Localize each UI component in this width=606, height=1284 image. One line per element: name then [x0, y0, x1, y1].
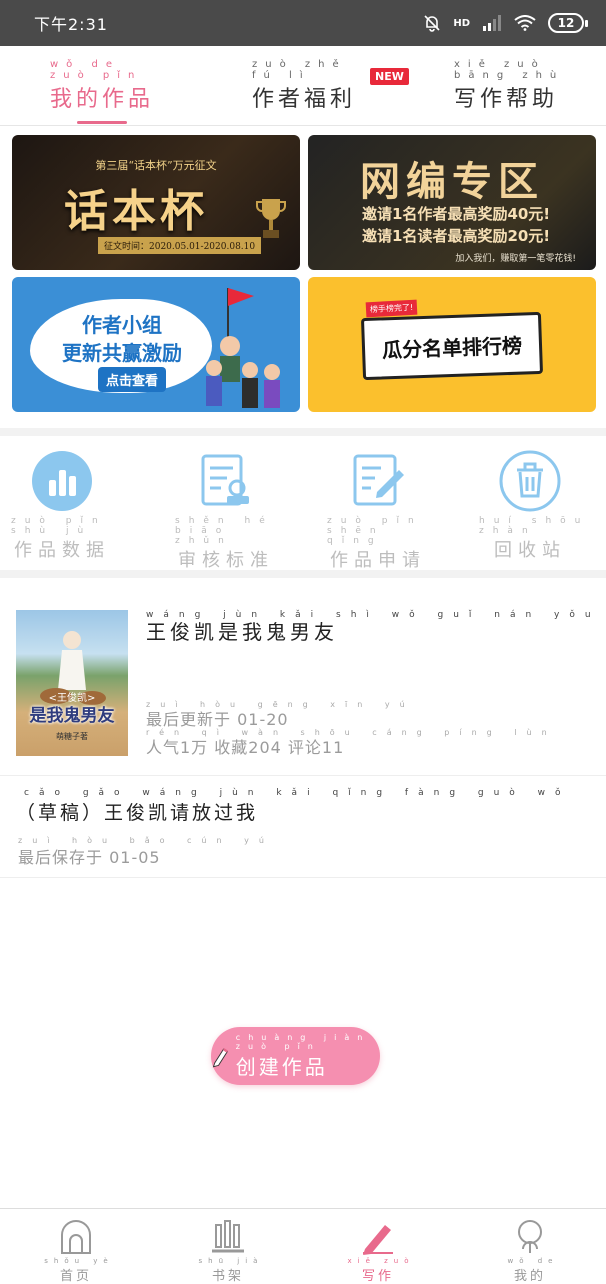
tool-review-standards[interactable]: shěn hé biāo zhǔn 审核标准 [166, 450, 286, 572]
banner-editor-zone[interactable]: 网编专区 邀请1名作者最高奖励40元! 邀请1名读者最高奖励20元! 加入我们，… [308, 135, 596, 270]
banner-title: 网编专区 [360, 159, 544, 205]
draft-list-item[interactable]: cǎo gǎo wáng jùn kǎi qǐng fàng guò wǒ （草… [0, 778, 606, 878]
tool-label: 作品数据 [14, 540, 110, 561]
signal-icon [483, 15, 501, 31]
tab-label: 作者福利 [251, 87, 356, 112]
home-icon [56, 1217, 96, 1257]
pen-icon [358, 1217, 398, 1257]
tab-label: 写作帮助 [453, 87, 558, 112]
draft-title-pinyin: cǎo gǎo wáng jùn kǎi qǐng fàng guò wǒ [24, 788, 571, 798]
nav-pinyin: xiě zuò [347, 1257, 415, 1265]
trash-icon [499, 450, 561, 512]
nav-pinyin: shǒu yè [44, 1257, 114, 1265]
tool-label: 作品申请 [330, 550, 426, 571]
banner-line: 更新共赢激励 [62, 341, 182, 365]
banner-ranking[interactable]: 瓜分名单排行榜 榜手榜完了! [308, 277, 596, 412]
nav-pinyin: shū jià [198, 1257, 264, 1265]
battery-indicator: 12 [548, 13, 588, 33]
bar-chart-icon [31, 450, 93, 512]
profile-icon [510, 1217, 550, 1257]
banner-author-group[interactable]: 作者小组 更新共赢激励 点击查看 [12, 277, 300, 412]
banner-line: 邀请1名读者最高奖励20元! [362, 227, 551, 245]
banner-title: 瓜分名单排行榜 [381, 333, 523, 362]
create-pinyin: chuàng jiàn zuò pǐn [235, 1032, 371, 1051]
tool-work-application[interactable]: zuò pǐn shēn qǐng 作品申请 [318, 450, 438, 572]
work-list-item[interactable]: <王俊凯> 是我鬼男友 萌糖子著 wáng jùn kǎi shì wǒ guǐ… [0, 590, 606, 776]
tab-label: 我的作品 [49, 87, 154, 112]
nav-label: 书架 [211, 1269, 244, 1284]
bookshelf-icon [208, 1217, 248, 1257]
pencil-icon [212, 1048, 228, 1068]
section-divider [0, 570, 606, 578]
tab-pinyin: xiě zuò bāng zhù [454, 59, 565, 81]
mute-bell-icon [424, 15, 440, 32]
tool-recycle-bin[interactable]: huí shōu zhàn 回收站 [470, 450, 590, 562]
banner-line: 作者小组 [82, 313, 162, 337]
tool-label: 审核标准 [178, 550, 274, 571]
nav-pinyin: wǒ de [507, 1257, 559, 1265]
banner-huaben-cup[interactable]: 第三届“话本杯”万元征文 话本杯 征文时间：2020.05.01-2020.08… [12, 135, 300, 270]
banner-title: 话本杯 [64, 186, 208, 237]
work-stats: 人气1万 收藏204 评论11 [146, 738, 345, 757]
nav-label: 我的 [513, 1269, 546, 1284]
cover-author: 萌糖子著 [56, 732, 88, 741]
banner-tag: 榜手榜完了! [365, 299, 418, 318]
tab-pinyin: zuò zhě fú lì [252, 59, 347, 81]
tab-pinyin: wǒ de zuò pǐn [50, 59, 143, 81]
draft-saved: 最后保存于 01-05 [18, 848, 161, 867]
hd-label: HD [453, 17, 470, 29]
tool-pinyin: shěn hé biāo zhǔn [175, 516, 274, 546]
tool-row: zuò pǐn shù jù 作品数据 shěn hé biāo zhǔn 审核… [0, 440, 606, 572]
review-icon [195, 450, 257, 512]
status-bar: 下午2:31 HD 12 [0, 0, 606, 46]
draft-title: （草稿）王俊凯请放过我 [16, 802, 259, 824]
create-label-wrap: chuàng jiàn zuò pǐn 创建作品 [236, 1033, 380, 1080]
banner-subtitle: 第三届“话本杯”万元征文 [95, 159, 217, 172]
work-title: 王俊凯是我鬼男友 [146, 620, 338, 644]
tool-pinyin: zuò pǐn shēn qǐng [327, 516, 423, 546]
edit-doc-icon [347, 450, 409, 512]
view-details-button[interactable]: 点击查看 [98, 367, 167, 392]
trophy-icon [256, 199, 286, 238]
nav-bookshelf[interactable]: shū jià 书架 [188, 1217, 268, 1284]
section-divider [0, 428, 606, 436]
create-work-button[interactable]: chuàng jiàn zuò pǐn 创建作品 [211, 1027, 380, 1085]
tool-pinyin: huí shōu zhàn [479, 516, 590, 536]
work-updated: 最后更新于 01-20 [146, 710, 289, 729]
tab-author-benefits[interactable]: zuò zhě fú lì 作者福利 [244, 46, 364, 126]
tab-my-works[interactable]: wǒ de zuò pǐn 我的作品 [42, 46, 162, 126]
wifi-icon [514, 15, 536, 31]
tool-pinyin: zuò pǐn shù jù [11, 516, 107, 536]
nav-home[interactable]: shǒu yè 首页 [36, 1217, 116, 1284]
tool-label: 回收站 [494, 540, 566, 561]
banner-date: 征文时间：2020.05.01-2020.08.10 [98, 237, 262, 254]
create-label: 创建作品 [235, 1054, 328, 1079]
nav-label: 写作 [361, 1269, 394, 1284]
top-tabs: wǒ de zuò pǐn 我的作品 zuò zhě fú lì 作者福利 xi… [0, 46, 606, 126]
nav-label: 首页 [59, 1269, 92, 1284]
ranking-card: 瓜分名单排行榜 [360, 311, 544, 381]
banner-line: 邀请1名作者最高奖励40元! [362, 205, 551, 223]
cover-title: 是我鬼男友 [29, 706, 115, 726]
book-cover: <王俊凯> 是我鬼男友 萌糖子著 [16, 610, 128, 756]
nav-mine[interactable]: wǒ de 我的 [490, 1217, 570, 1284]
tab-writing-help[interactable]: xiě zuò bāng zhù 写作帮助 [446, 46, 566, 126]
status-time: 下午2:31 [34, 15, 108, 34]
bottom-nav: shǒu yè 首页 shū jià 书架 xiě zuò 写作 wǒ de 我… [0, 1208, 606, 1284]
new-badge: NEW [370, 68, 409, 85]
nav-writing[interactable]: xiě zuò 写作 [338, 1217, 418, 1284]
tool-work-data[interactable]: zuò pǐn shù jù 作品数据 [2, 450, 122, 562]
people-illustration-icon [206, 288, 280, 408]
banner-footnote: 加入我们，赚取第一笔零花钱! [455, 254, 576, 264]
status-icons: HD 12 [423, 13, 588, 33]
